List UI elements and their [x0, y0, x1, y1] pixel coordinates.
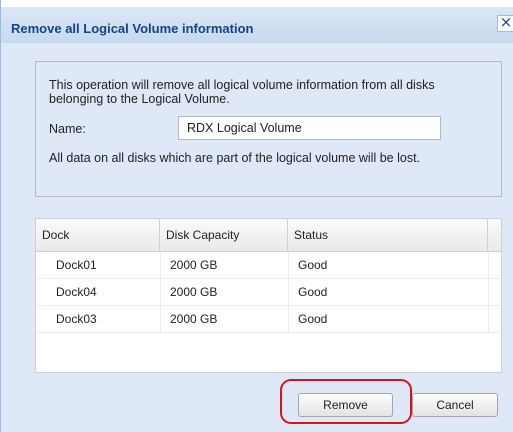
- table-row[interactable]: Dock04 2000 GB Good: [36, 279, 501, 306]
- name-field[interactable]: [178, 116, 441, 140]
- dialog-titlebar[interactable]: Remove all Logical Volume information: [1, 7, 513, 43]
- cell-dock: Dock04: [56, 285, 97, 299]
- column-divider: [288, 279, 289, 305]
- cell-capacity: 2000 GB: [170, 285, 218, 299]
- remove-button-highlight-annotation: [280, 379, 412, 424]
- column-divider: [160, 279, 161, 305]
- cell-status: Good: [298, 285, 328, 299]
- dialog-title: Remove all Logical Volume information: [11, 21, 254, 36]
- column-header-status[interactable]: Status: [288, 219, 488, 251]
- column-divider: [288, 306, 289, 332]
- top-edge: [1, 0, 513, 7]
- data-loss-warning: All data on all disks which are part of …: [49, 151, 421, 165]
- cell-capacity: 2000 GB: [170, 258, 218, 272]
- column-header-disk-capacity[interactable]: Disk Capacity: [160, 219, 288, 251]
- disk-grid: Dock Disk Capacity Status Dock01 2000 GB…: [35, 218, 502, 373]
- column-divider: [488, 279, 489, 305]
- cell-status: Good: [298, 312, 328, 326]
- column-header-dock[interactable]: Dock: [36, 219, 160, 251]
- cell-dock: Dock03: [56, 312, 97, 326]
- cell-status: Good: [298, 258, 328, 272]
- column-divider: [488, 252, 489, 278]
- column-divider: [160, 252, 161, 278]
- cell-capacity: 2000 GB: [170, 312, 218, 326]
- close-icon[interactable]: ×: [497, 15, 513, 32]
- name-label: Name:: [49, 122, 86, 136]
- column-divider: [160, 306, 161, 332]
- operation-message: This operation will remove all logical v…: [49, 78, 435, 106]
- grid-header: Dock Disk Capacity Status: [36, 219, 501, 252]
- cancel-button[interactable]: Cancel: [412, 393, 498, 417]
- column-divider: [288, 252, 289, 278]
- remove-logical-volume-dialog: Remove all Logical Volume information × …: [0, 0, 513, 432]
- cell-dock: Dock01: [56, 258, 97, 272]
- column-divider: [488, 306, 489, 332]
- table-row[interactable]: Dock03 2000 GB Good: [36, 306, 501, 333]
- table-row[interactable]: Dock01 2000 GB Good: [36, 252, 501, 279]
